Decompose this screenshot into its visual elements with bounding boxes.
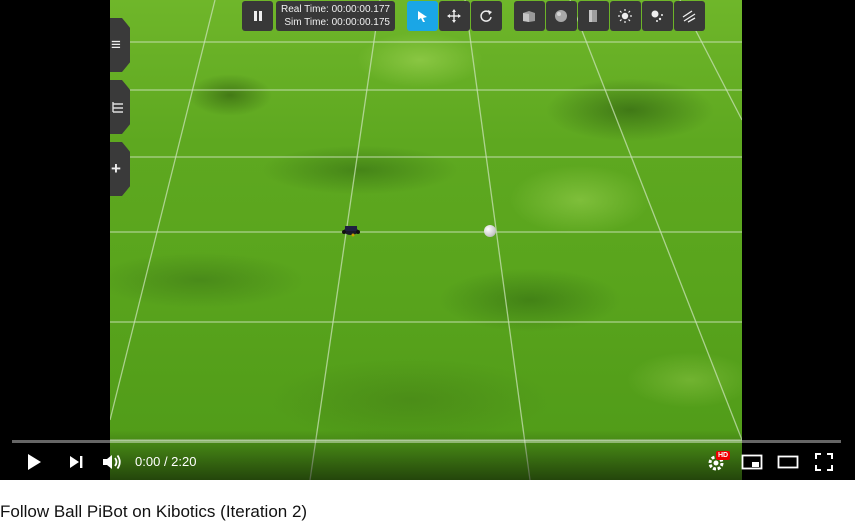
point-light-icon[interactable]: [609, 1, 641, 31]
pibot-robot[interactable]: [342, 223, 360, 237]
settings-gear-icon[interactable]: HD: [704, 450, 731, 474]
select-arrow-icon[interactable]: [406, 1, 438, 31]
sphere-icon[interactable]: [545, 1, 577, 31]
tree-icon[interactable]: [110, 80, 130, 134]
white-ball[interactable]: [484, 225, 496, 237]
pause-icon[interactable]: [242, 1, 273, 31]
box-icon[interactable]: [513, 1, 545, 31]
directional-light-icon[interactable]: [673, 1, 705, 31]
menu-icon[interactable]: ≡: [110, 18, 130, 72]
real-time-label: Real Time:: [281, 4, 329, 15]
video-player[interactable]: ≡ + Real Time: 00:00:00.177 Sim Time: 00…: [0, 0, 855, 480]
spot-light-icon[interactable]: [641, 1, 673, 31]
sim-time-label: Sim Time:: [284, 17, 329, 28]
translate-icon[interactable]: [438, 1, 470, 31]
time-display: Real Time: 00:00:00.177 Sim Time: 00:00:…: [276, 1, 395, 31]
next-icon[interactable]: [64, 450, 88, 474]
time-readout: 0:00 / 2:20: [135, 454, 196, 469]
progress-bar[interactable]: [12, 440, 841, 443]
play-icon[interactable]: [22, 450, 46, 474]
miniplayer-icon[interactable]: [739, 450, 765, 474]
video-title: Follow Ball PiBot on Kibotics (Iteration…: [0, 502, 308, 521]
simulator-viewport[interactable]: [110, 0, 742, 480]
real-time-value: 00:00:00.177: [331, 4, 390, 15]
plus-icon[interactable]: +: [110, 142, 130, 196]
simulator-toolbar: Real Time: 00:00:00.177 Sim Time: 00:00:…: [242, 0, 705, 32]
hd-badge: HD: [716, 451, 731, 460]
theater-mode-icon[interactable]: [775, 450, 801, 474]
cylinder-icon[interactable]: [577, 1, 609, 31]
fullscreen-icon[interactable]: [811, 450, 837, 474]
sim-time-value: 00:00:00.175: [331, 17, 390, 28]
ground-grid: [110, 0, 742, 480]
rotate-icon[interactable]: [470, 1, 502, 31]
current-time: 0:00: [135, 454, 161, 469]
duration: 2:20: [171, 454, 197, 469]
volume-icon[interactable]: [99, 450, 125, 474]
